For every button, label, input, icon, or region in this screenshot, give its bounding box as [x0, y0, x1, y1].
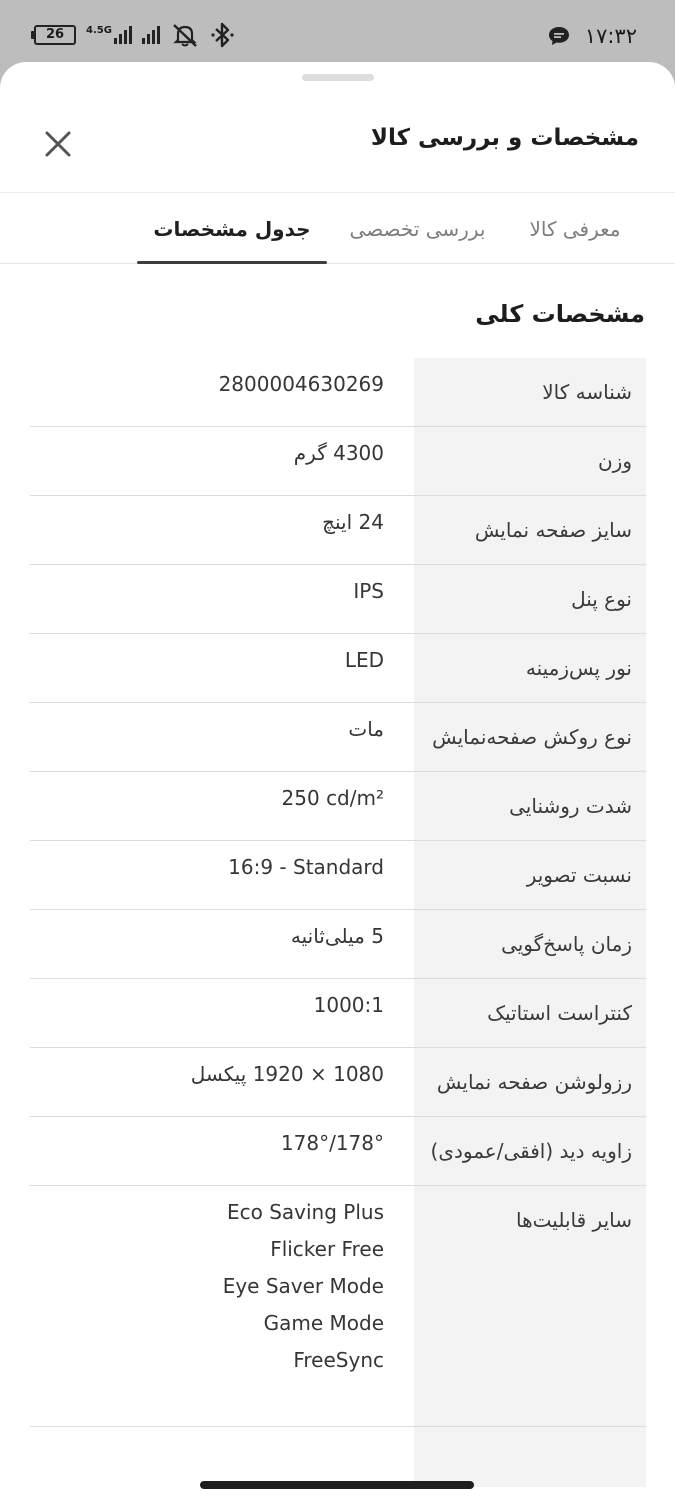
spec-value: 250 cd/m²: [281, 786, 384, 810]
status-bar: 26 4.5G ١٧:٣٢: [0, 0, 675, 64]
tab-spec-table[interactable]: جدول مشخصات: [137, 193, 327, 264]
feature-item: Eco Saving Plus: [226, 1200, 384, 1224]
feature-item: Flicker Free: [270, 1237, 384, 1261]
feature-item: FreeSync: [293, 1348, 384, 1372]
spec-value: مات: [348, 717, 384, 741]
table-row: سایر قابلیت‌ها Eco Saving Plus Flicker F…: [30, 1186, 646, 1427]
sheet-header: مشخصات و بررسی کالا: [0, 92, 675, 193]
spec-value: 178°/178°: [280, 1131, 384, 1155]
close-button[interactable]: [38, 124, 78, 164]
table-row: رزولوشن صفحه نمایش 1080 × 1920 پیکسل: [30, 1048, 646, 1117]
status-icons-right: ١٧:٣٢: [547, 20, 637, 52]
tab-bar: معرفی کالا بررسی تخصصی جدول مشخصات: [0, 193, 675, 264]
table-row: وزن 4300 گرم: [30, 427, 646, 496]
page-title: مشخصات و بررسی کالا: [370, 125, 639, 151]
network-type: 4.5G: [86, 25, 112, 36]
spec-key: زاویه دید (افقی/عمودی): [414, 1117, 646, 1185]
close-icon: [45, 131, 71, 157]
spec-value: 4300 گرم: [293, 441, 384, 465]
spec-key: رزولوشن صفحه نمایش: [414, 1048, 646, 1116]
status-icons-left: 26 4.5G: [31, 20, 236, 50]
tab-expert-review[interactable]: بررسی تخصصی: [345, 193, 490, 263]
signal-bars-icon-2: [141, 26, 160, 44]
spec-value: IPS: [353, 579, 384, 603]
spec-value: 2800004630269: [218, 372, 384, 396]
spec-key: نسبت تصویر: [414, 841, 646, 909]
drag-handle[interactable]: [302, 74, 374, 81]
bluetooth-icon: [211, 22, 234, 48]
battery-icon: 26: [31, 25, 76, 45]
table-row-partial: [30, 1427, 646, 1487]
table-row: زمان پاسخ‌گویی 5 میلی‌ثانیه: [30, 910, 646, 979]
spec-value: 1080 × 1920 پیکسل: [190, 1062, 384, 1086]
table-row: شدت روشنایی 250 cd/m²: [30, 772, 646, 841]
table-row: نسبت تصویر 16:9 - Standard: [30, 841, 646, 910]
spec-value: 1000:1: [313, 993, 384, 1017]
spec-key: نور پس‌زمینه: [414, 634, 646, 702]
bottom-sheet: مشخصات و بررسی کالا معرفی کالا بررسی تخص…: [0, 62, 675, 1500]
gesture-nav-bar[interactable]: [200, 1481, 474, 1489]
table-row: شناسه کالا 2800004630269: [30, 358, 646, 427]
spec-key: شدت روشنایی: [414, 772, 646, 840]
table-row: نوع پنل IPS: [30, 565, 646, 634]
spec-value: [30, 1427, 414, 1487]
screen: 26 4.5G ١٧:٣٢ مشخصات و بررسی کالا معرفی …: [0, 0, 675, 1500]
table-row: کنتراست استاتیک 1000:1: [30, 979, 646, 1048]
spec-value: 24 اینچ: [322, 510, 384, 534]
spec-key: شناسه کالا: [414, 358, 646, 426]
spec-value: LED: [344, 648, 384, 672]
spec-key: کنتراست استاتیک: [414, 979, 646, 1047]
feature-item: Game Mode: [263, 1311, 384, 1335]
spec-table: شناسه کالا 2800004630269 وزن 4300 گرم سا…: [30, 358, 646, 1487]
spec-key: نوع پنل: [414, 565, 646, 633]
table-row: نوع روکش صفحه‌نمایش مات: [30, 703, 646, 772]
mute-icon: [173, 24, 197, 47]
clock: ١٧:٣٢: [584, 24, 637, 48]
table-row: زاویه دید (افقی/عمودی) 178°/178°: [30, 1117, 646, 1186]
table-row: سایز صفحه نمایش 24 اینچ: [30, 496, 646, 565]
table-row: نور پس‌زمینه LED: [30, 634, 646, 703]
spec-key: نوع روکش صفحه‌نمایش: [414, 703, 646, 771]
network-indicator: 4.5G: [86, 26, 132, 44]
chat-bubble-icon: [548, 27, 569, 45]
spec-key: سایر قابلیت‌ها: [414, 1186, 646, 1426]
spec-value: 5 میلی‌ثانیه: [290, 924, 384, 948]
tab-intro[interactable]: معرفی کالا: [525, 193, 625, 263]
spec-value: 16:9 - Standard: [228, 855, 384, 879]
spec-value-list: Eco Saving Plus Flicker Free Eye Saver M…: [30, 1186, 414, 1426]
spec-key: سایز صفحه نمایش: [414, 496, 646, 564]
spec-key: [414, 1427, 646, 1487]
section-title: مشخصات کلی: [475, 300, 645, 328]
feature-item: Eye Saver Mode: [222, 1274, 384, 1298]
signal-bars-icon: [113, 26, 132, 44]
spec-key: وزن: [414, 427, 646, 495]
spec-key: زمان پاسخ‌گویی: [414, 910, 646, 978]
